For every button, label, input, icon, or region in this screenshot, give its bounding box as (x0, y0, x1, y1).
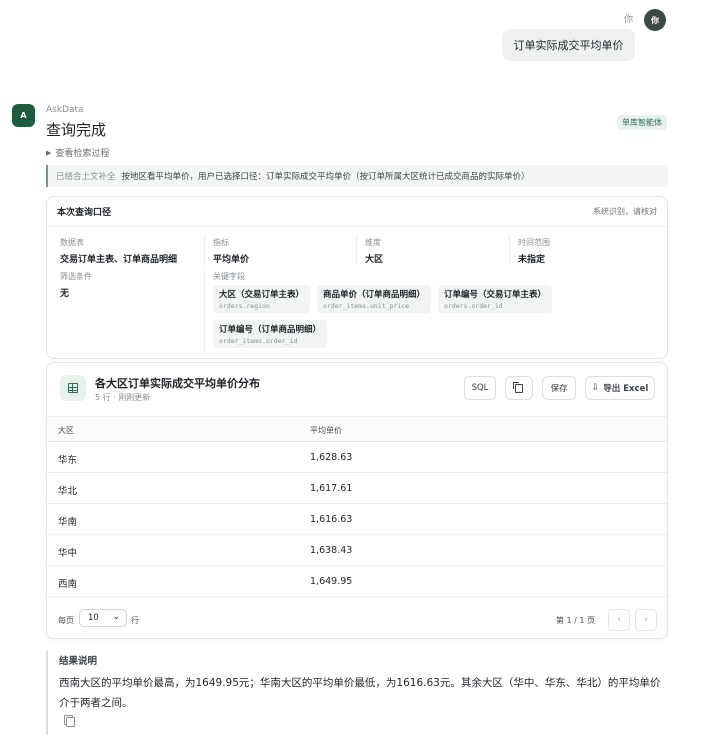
key-field-chip: 大区（交易订单主表） orders.region (213, 285, 311, 313)
context-text: 按地区看平均单价，用户已选择口径：订单实际成交平均单价（按订单所属大区统计已成交… (121, 172, 530, 182)
copy-button[interactable] (505, 376, 533, 400)
explanation-text: 西南大区的平均单价最高，为1649.95元；华南大区的平均单价最低，为1616.… (59, 677, 661, 709)
scope-title: 本次查询口径 (57, 208, 112, 218)
column-header-region: 大区 (58, 426, 74, 435)
scope-cell-filter: 筛选条件 无 (60, 271, 92, 299)
field-code: order_items.order_id (219, 337, 298, 345)
scope-value: 无 (60, 289, 70, 299)
trace-toggle[interactable]: ▶ 查看检索过程 (46, 146, 110, 160)
table-row: 华东 1,628.63 (47, 442, 667, 473)
field-name: 订单编号（订单商品明细） (219, 325, 322, 335)
expand-triangle-icon: ▶ (46, 148, 52, 157)
user-name: 你 (624, 15, 634, 25)
key-fields-label: 关键字段 (213, 272, 245, 281)
scope-value: 未指定 (518, 255, 546, 265)
cell-region: 华东 (58, 455, 78, 466)
cell-avg-price: 1,649.95 (310, 576, 353, 587)
scope-note: 系统识别，请核对 (593, 207, 657, 216)
key-field-chip: 订单编号（订单商品明细） order_items.order_id (213, 320, 328, 348)
download-icon: ⇩ (591, 383, 600, 393)
prev-page-button[interactable]: ‹ (608, 609, 630, 631)
table-title: 各大区订单实际成交平均单价分布 (95, 377, 260, 390)
rows-label: 行 (131, 616, 139, 625)
scope-label: 时间范围 (518, 238, 550, 247)
scope-label: 指标 (213, 238, 229, 247)
field-name: 商品单价（订单商品明细） (323, 290, 426, 300)
user-message: 订单实际成交平均单价 (502, 29, 635, 61)
field-code: order_items.unit_price (323, 302, 410, 310)
chevron-left-icon: ‹ (617, 615, 621, 625)
cell-region: 华南 (58, 517, 78, 528)
field-code: orders.region (219, 302, 270, 310)
scope-cell-metric: 指标 平均单价 (213, 237, 249, 265)
scope-value: 大区 (365, 255, 384, 265)
scope-label: 数据表 (60, 238, 84, 247)
assistant-name: AskData (46, 105, 84, 115)
save-button-label: 保存 (550, 384, 568, 394)
cell-avg-price: 1,638.43 (310, 545, 353, 556)
user-avatar: 你 (644, 9, 666, 31)
scope-value: 平均单价 (213, 255, 250, 265)
next-page-button[interactable]: › (635, 609, 657, 631)
table-row: 华中 1,638.43 (47, 535, 667, 566)
save-button[interactable]: 保存 (542, 376, 576, 400)
divider (204, 269, 205, 351)
cell-region: 西南 (58, 579, 78, 590)
result-table-card: 各大区订单实际成交平均单价分布 5 行 · 刚刚更新 SQL 保存 ⇩ 导出 E… (46, 362, 668, 639)
field-name: 订单编号（交易订单主表） (444, 290, 547, 300)
column-header-avg-price: 平均单价 (310, 426, 342, 435)
copy-icon[interactable] (64, 715, 75, 727)
divider (356, 235, 357, 265)
key-field-chip: 订单编号（交易订单主表） orders.order_id (438, 285, 553, 313)
table-subtitle: 5 行 · 刚刚更新 (95, 393, 151, 402)
result-explanation: 结果说明 西南大区的平均单价最高，为1649.95元；华南大区的平均单价最低，为… (46, 650, 668, 735)
cell-region: 华中 (58, 548, 78, 559)
scope-cell-dimension: 维度 大区 (365, 237, 383, 265)
assistant-avatar: A (12, 104, 35, 127)
export-excel-button[interactable]: ⇩ 导出 Excel (585, 376, 655, 400)
cell-avg-price: 1,628.63 (310, 452, 353, 463)
scope-cell-time-range: 时间范围 未指定 (518, 237, 550, 265)
chevron-right-icon: › (644, 615, 648, 625)
table-row: 华南 1,616.63 (47, 504, 667, 535)
divider (204, 235, 205, 265)
cell-avg-price: 1,617.61 (310, 483, 353, 494)
scope-header: 本次查询口径 系统识别，请核对 (47, 197, 667, 227)
table-icon (60, 375, 86, 401)
pagination: 每页 10 ⌄ 行 第 1 / 1 页 ‹ › (47, 609, 667, 633)
table-row: 华北 1,617.61 (47, 473, 667, 504)
context-tag: 已结合上文补全 (56, 172, 116, 182)
copy-icon (513, 381, 523, 393)
scope-label: 筛选条件 (60, 272, 92, 281)
sql-button-label: SQL (471, 383, 489, 393)
trace-toggle-label: 查看检索过程 (55, 149, 110, 159)
field-name: 大区（交易订单主表） (219, 290, 305, 300)
table-row: 西南 1,649.95 (47, 566, 667, 597)
scope-value: 交易订单主表、订单商品明细 (60, 255, 178, 265)
agent-badge: 单库智能体 (617, 115, 667, 130)
cell-avg-price: 1,616.63 (310, 514, 353, 525)
scope-cell-tables: 数据表 交易订单主表、订单商品明细 (60, 237, 177, 265)
explanation-title: 结果说明 (59, 656, 98, 667)
field-code: orders.order_id (444, 302, 503, 310)
query-scope-card: 本次查询口径 系统识别，请核对 数据表 交易订单主表、订单商品明细 指标 平均单… (46, 196, 668, 359)
per-page-value: 10 (88, 613, 99, 623)
per-page-label: 每页 (58, 616, 74, 625)
status-title: 查询完成 (46, 121, 107, 139)
page-info: 第 1 / 1 页 (556, 616, 596, 625)
chevron-down-icon: ⌄ (112, 612, 120, 622)
divider (509, 235, 510, 265)
table-header: 大区 平均单价 (47, 416, 667, 442)
per-page-select[interactable]: 10 ⌄ (79, 609, 127, 627)
scope-label: 维度 (365, 238, 381, 247)
context-bar: 已结合上文补全 按地区看平均单价，用户已选择口径：订单实际成交平均单价（按订单所… (46, 165, 668, 187)
key-field-chip: 商品单价（订单商品明细） order_items.unit_price (317, 285, 432, 313)
cell-region: 华北 (58, 486, 78, 497)
sql-button[interactable]: SQL (464, 376, 496, 400)
export-button-label: 导出 Excel (603, 384, 649, 394)
